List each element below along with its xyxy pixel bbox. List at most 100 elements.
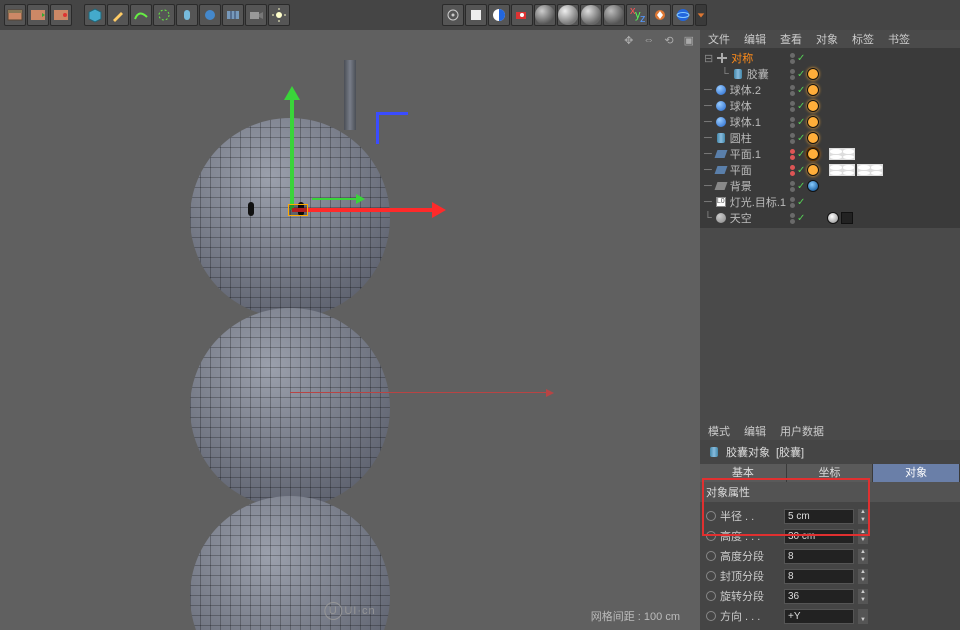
svg-text:z: z (640, 13, 645, 23)
viewport-grid-label: 网格间距 : 100 cm (0, 608, 700, 624)
menu-bookmarks[interactable]: 书签 (888, 31, 910, 47)
keyframe-dot[interactable] (706, 531, 716, 541)
scene-eye-left (248, 202, 254, 216)
tree-label: 天空 (730, 210, 752, 226)
cube-icon[interactable] (84, 4, 106, 26)
orbit-icon[interactable]: ⟲ (664, 34, 673, 47)
tree-row-plane[interactable]: ─ 平面 ✓ (700, 162, 960, 178)
tab-coord[interactable]: 坐标 (787, 464, 874, 482)
attr-menu-userdata[interactable]: 用户数据 (780, 423, 824, 439)
tree-row-symmetry[interactable]: ⊟ 对称 ✓ (700, 50, 960, 66)
dir-input[interactable] (784, 609, 854, 624)
tree-row-sphere[interactable]: ─ 球体 ✓ (700, 98, 960, 114)
tree-label: 圆柱 (730, 130, 752, 146)
keyframe-dot[interactable] (706, 591, 716, 601)
deformer-icon[interactable] (153, 4, 175, 26)
attr-rows: 半径 . . ▲▼ 高度 . . . ▲▼ 高度分段 ▲▼ (700, 502, 960, 630)
maximize-icon[interactable]: ▣ (684, 34, 694, 47)
spinner[interactable]: ▲▼ (858, 529, 868, 544)
capseg-input[interactable] (784, 569, 854, 584)
menu-object[interactable]: 对象 (816, 31, 838, 47)
motion-icon[interactable] (50, 4, 72, 26)
tube-icon[interactable] (176, 4, 198, 26)
viewport-nav-icons[interactable]: ✥ ⇔ ⟲ ▣ (624, 34, 694, 47)
toolbar-group-prim (84, 4, 290, 26)
attr-section-header: 对象属性 (700, 482, 960, 502)
tree-row-bg[interactable]: ─ 背景 ✓ (700, 178, 960, 194)
attr-row-hseg: 高度分段 ▲▼ (706, 546, 954, 566)
hseg-input[interactable] (784, 549, 854, 564)
tree-row-sky[interactable]: └ 天空 ✓ (700, 210, 960, 226)
mat-ball4-icon[interactable] (603, 4, 625, 26)
attr-row-capseg: 封顶分段 ▲▼ (706, 566, 954, 586)
attr-menu-edit[interactable]: 编辑 (744, 423, 766, 439)
keyframe-dot[interactable] (706, 551, 716, 561)
tree-row-sphere1[interactable]: ─ 球体.1 ✓ (700, 114, 960, 130)
attr-row-rotseg: 旋转分段 ▲▼ (706, 586, 954, 606)
tree-row-cylinder[interactable]: ─ 圆柱 ✓ (700, 130, 960, 146)
keyframe-dot[interactable] (706, 611, 716, 621)
tree-label: 对称 (731, 50, 753, 66)
gizmo-x-axis[interactable] (292, 208, 442, 212)
attr-menu-mode[interactable]: 模式 (708, 423, 730, 439)
region-icon[interactable] (465, 4, 487, 26)
keyframe-dot[interactable] (706, 511, 716, 521)
gizmo-xy-plane[interactable] (312, 198, 362, 200)
pan-icon[interactable]: ✥ (624, 34, 633, 47)
xyz-icon[interactable]: xyz (626, 4, 648, 26)
contrast-icon[interactable] (488, 4, 510, 26)
height-input[interactable] (784, 529, 854, 544)
snap-icon[interactable] (649, 4, 671, 26)
camera-frustum-icon (376, 112, 408, 144)
spinner[interactable]: ▲▼ (858, 549, 868, 564)
rotseg-input[interactable] (784, 589, 854, 604)
toolbar-group-anim (4, 4, 72, 26)
target-icon[interactable] (442, 4, 464, 26)
gizmo-y-axis[interactable] (290, 90, 294, 210)
sphere-icon[interactable] (199, 4, 221, 26)
spinner[interactable]: ▲▼ (858, 569, 868, 584)
selected-capsule-outline[interactable] (288, 204, 308, 216)
attr-label: 半径 . . (720, 508, 780, 524)
grid-icon[interactable] (222, 4, 244, 26)
attr-title: 胶囊对象 [胶囊] (700, 440, 960, 464)
mat-ball2-icon[interactable] (557, 4, 579, 26)
tree-label: 平面.1 (730, 146, 761, 162)
tab-object[interactable]: 对象 (873, 464, 960, 482)
attr-tabs: 基本 坐标 对象 (700, 464, 960, 482)
menu-tags[interactable]: 标签 (852, 31, 874, 47)
spinner[interactable]: ▲▼ (858, 589, 868, 604)
mat-ball3-icon[interactable] (580, 4, 602, 26)
tab-basic[interactable]: 基本 (700, 464, 787, 482)
tree-label: 球体.1 (730, 114, 761, 130)
object-tree[interactable]: ⊟ 对称 ✓ └ 胶囊 ✓ ─ 球体.2 ✓ ─ 球体 ✓ (700, 48, 960, 228)
tree-row-light[interactable]: ─L0 灯光.目标.1 ✓ (700, 194, 960, 210)
tree-label: 平面 (730, 162, 752, 178)
dropdown-icon[interactable] (695, 4, 707, 26)
menu-edit[interactable]: 编辑 (744, 31, 766, 47)
tree-row-sphere2[interactable]: ─ 球体.2 ✓ (700, 82, 960, 98)
keyframe-icon[interactable] (27, 4, 49, 26)
attr-label: 高度 . . . (720, 528, 780, 544)
radius-input[interactable] (784, 509, 854, 524)
menu-view[interactable]: 查看 (780, 31, 802, 47)
object-manager-menu: 文件 编辑 查看 对象 标签 书签 (700, 30, 960, 48)
mat-ball1-icon[interactable] (534, 4, 556, 26)
curve-icon[interactable] (130, 4, 152, 26)
attr-label: 封顶分段 (720, 568, 780, 584)
viewport[interactable]: ✥ ⇔ ⟲ ▣ UUI·cn 网格间距 : 100 cm (0, 30, 700, 630)
scene-cylinder-top (344, 60, 356, 130)
light-icon[interactable] (268, 4, 290, 26)
tree-row-plane1[interactable]: ─ 平面.1 ✓ (700, 146, 960, 162)
tree-row-capsule[interactable]: └ 胶囊 ✓ (700, 66, 960, 82)
menu-file[interactable]: 文件 (708, 31, 730, 47)
spinner[interactable]: ▲▼ (858, 509, 868, 524)
dropdown-icon[interactable]: ▼ (858, 609, 868, 624)
globe-icon[interactable] (672, 4, 694, 26)
pencil-icon[interactable] (107, 4, 129, 26)
zoom-icon[interactable]: ⇔ (643, 34, 654, 47)
camera-icon[interactable] (245, 4, 267, 26)
render-icon[interactable] (511, 4, 533, 26)
keyframe-dot[interactable] (706, 571, 716, 581)
timeline-icon[interactable] (4, 4, 26, 26)
